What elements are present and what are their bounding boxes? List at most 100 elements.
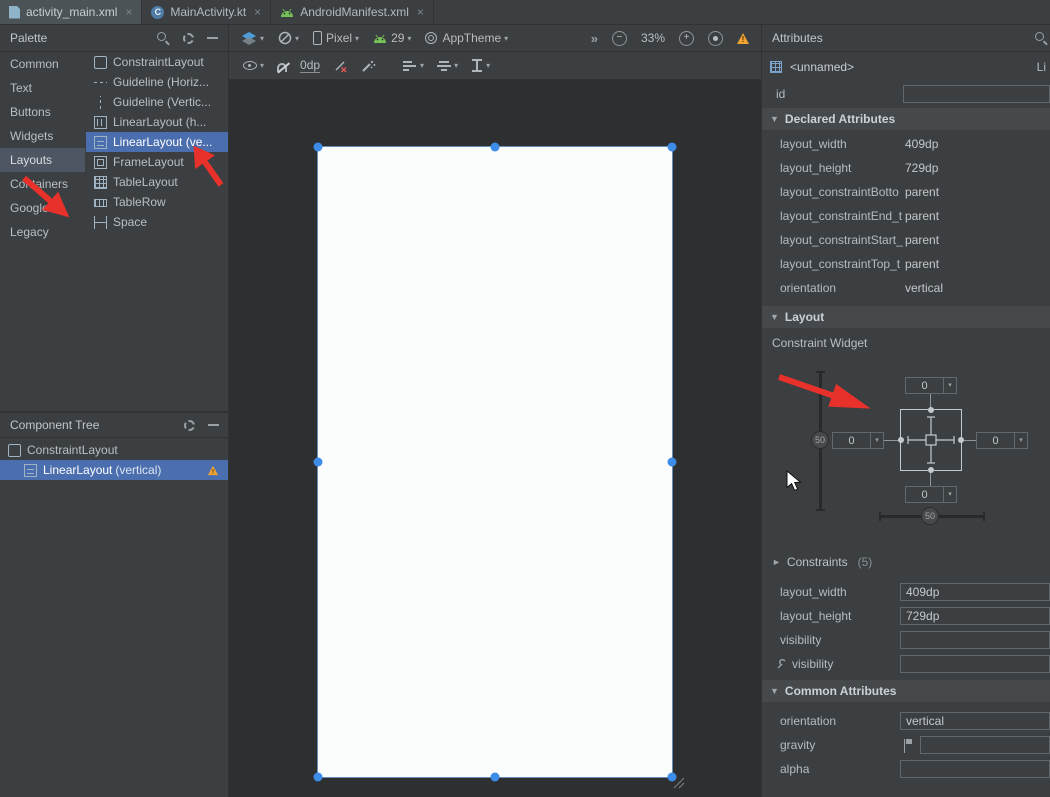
gear-icon[interactable] xyxy=(183,33,194,44)
attribute-row[interactable]: layout_height729dp xyxy=(762,156,1050,180)
palette-item-constraintlayout[interactable]: ConstraintLayout xyxy=(86,52,229,72)
constraint-anchor-bottom[interactable] xyxy=(928,467,934,473)
palette-category-common[interactable]: Common xyxy=(0,52,85,76)
id-input[interactable] xyxy=(903,85,1050,103)
constraint-anchor-left[interactable] xyxy=(898,437,904,443)
resize-handle-bottom[interactable] xyxy=(491,773,500,782)
attribute-row[interactable]: visibility xyxy=(762,628,1050,652)
attribute-input[interactable]: 409dp xyxy=(900,583,1050,601)
device-canvas[interactable] xyxy=(318,147,672,777)
canvas-resize-corner[interactable] xyxy=(671,775,685,789)
palette-item-framelayout[interactable]: FrameLayout xyxy=(86,152,229,172)
resize-handle-bottom-left[interactable] xyxy=(314,773,323,782)
section-common-attributes[interactable]: ▼ Common Attributes xyxy=(762,680,1050,702)
resize-handle-right[interactable] xyxy=(668,458,677,467)
attribute-input[interactable] xyxy=(900,631,1050,649)
search-icon[interactable] xyxy=(1034,31,1048,45)
resize-handle-top-left[interactable] xyxy=(314,143,323,152)
orientation-input[interactable]: vertical xyxy=(900,712,1050,730)
attribute-row[interactable]: layout_constraintStart_parent xyxy=(762,228,1050,252)
attribute-value[interactable]: parent xyxy=(905,209,939,223)
default-margin-button[interactable]: 0dp xyxy=(300,59,320,73)
theme-selector[interactable]: AppTheme ▾ xyxy=(425,31,508,45)
palette-category-text[interactable]: Text xyxy=(0,76,85,100)
palette-item-linearlayout-vertical[interactable]: LinearLayout (ve... xyxy=(86,132,229,152)
attribute-row[interactable]: alpha xyxy=(762,757,1050,781)
resize-handle-left[interactable] xyxy=(314,458,323,467)
attribute-row[interactable]: layout_width409dp xyxy=(762,132,1050,156)
vertical-bias-badge[interactable]: 50 xyxy=(811,431,829,449)
device-selector[interactable]: Pixel ▾ xyxy=(313,31,359,45)
attribute-row[interactable]: orientationvertical xyxy=(762,709,1050,733)
attribute-row[interactable]: layout_constraintTop_tparent xyxy=(762,252,1050,276)
close-icon[interactable]: × xyxy=(254,5,261,19)
palette-category-widgets[interactable]: Widgets xyxy=(0,124,85,148)
palette-item-tablelayout[interactable]: TableLayout xyxy=(86,172,229,192)
distribute-button[interactable]: ▾ xyxy=(471,59,490,72)
attribute-value[interactable]: parent xyxy=(905,185,939,199)
zoom-level[interactable]: 33% xyxy=(641,31,665,45)
attribute-value[interactable]: vertical xyxy=(905,281,943,295)
margin-bottom-dropdown[interactable]: 0▾ xyxy=(905,486,957,503)
resize-handle-top[interactable] xyxy=(491,143,500,152)
tree-item-linearlayout[interactable]: LinearLayout (vertical) ! xyxy=(0,460,229,480)
palette-category-buttons[interactable]: Buttons xyxy=(0,100,85,124)
close-icon[interactable]: × xyxy=(125,5,132,19)
palette-item-guideline-horizontal[interactable]: Guideline (Horiz... xyxy=(86,72,229,92)
palette-item-space[interactable]: Space xyxy=(86,212,229,232)
attribute-row[interactable]: layout_constraintEnd_tparent xyxy=(762,204,1050,228)
attribute-value[interactable]: 409dp xyxy=(905,137,938,151)
pack-button[interactable]: ▾ xyxy=(403,60,424,72)
gear-icon[interactable] xyxy=(184,420,195,431)
resize-handle-top-right[interactable] xyxy=(668,143,677,152)
flag-icon[interactable] xyxy=(904,739,905,753)
attribute-row[interactable]: layout_constraintBottoparent xyxy=(762,180,1050,204)
palette-item-guideline-vertical[interactable]: Guideline (Vertic... xyxy=(86,92,229,112)
align-button[interactable]: ▾ xyxy=(437,60,458,72)
tree-item-constraintlayout[interactable]: ConstraintLayout xyxy=(0,440,229,460)
constraint-anchor-right[interactable] xyxy=(958,437,964,443)
zoom-out-button[interactable]: − xyxy=(612,31,627,46)
attribute-input[interactable] xyxy=(900,655,1050,673)
view-options-button[interactable]: ▾ xyxy=(243,61,264,70)
palette-category-google[interactable]: Google xyxy=(0,196,85,220)
minimize-icon[interactable] xyxy=(208,424,219,426)
margin-left-dropdown[interactable]: 0▾ xyxy=(832,432,884,449)
palette-item-tablerow[interactable]: TableRow xyxy=(86,192,229,212)
zoom-in-button[interactable]: + xyxy=(679,31,694,46)
panel-divider[interactable] xyxy=(0,411,229,412)
attribute-row[interactable]: gravity xyxy=(762,733,1050,757)
palette-category-legacy[interactable]: Legacy xyxy=(0,220,85,244)
palette-category-layouts[interactable]: Layouts xyxy=(0,148,85,172)
attribute-row[interactable]: layout_height729dp xyxy=(762,604,1050,628)
toolbar-overflow-button[interactable]: » xyxy=(591,31,598,46)
constraint-anchor-top[interactable] xyxy=(928,407,934,413)
tab-activity-main-xml[interactable]: activity_main.xml × xyxy=(0,0,142,24)
palette-category-containers[interactable]: Containers xyxy=(0,172,85,196)
autoconnect-off-icon[interactable] xyxy=(277,63,287,72)
attribute-input[interactable]: 729dp xyxy=(900,607,1050,625)
minimize-icon[interactable] xyxy=(207,37,218,39)
margin-right-dropdown[interactable]: 0▾ xyxy=(976,432,1028,449)
constraint-square[interactable] xyxy=(900,409,962,471)
attribute-row[interactable]: layout_width409dp xyxy=(762,580,1050,604)
attribute-row[interactable]: orientationvertical xyxy=(762,276,1050,300)
margin-top-dropdown[interactable]: 0▾ xyxy=(905,377,957,394)
tab-mainactivity-kt[interactable]: C MainActivity.kt × xyxy=(142,0,271,24)
gravity-input[interactable] xyxy=(920,736,1050,754)
attribute-value[interactable]: 729dp xyxy=(905,161,938,175)
clear-constraints-icon[interactable] xyxy=(333,59,348,73)
warning-icon[interactable]: ! xyxy=(208,465,218,474)
api-level-selector[interactable]: 29 ▾ xyxy=(373,31,411,45)
constraints-group[interactable]: ► Constraints (5) xyxy=(762,552,1050,572)
warnings-button[interactable]: ! xyxy=(737,33,749,44)
attribute-row[interactable]: visibility xyxy=(762,652,1050,676)
zoom-to-fit-button[interactable] xyxy=(708,31,723,46)
attribute-value[interactable]: parent xyxy=(905,233,939,247)
search-icon[interactable] xyxy=(156,31,170,45)
attribute-value[interactable]: parent xyxy=(905,257,939,271)
section-layout[interactable]: ▼ Layout xyxy=(762,306,1050,328)
design-surface-mode-button[interactable]: ▾ xyxy=(241,31,264,45)
tab-androidmanifest-xml[interactable]: AndroidManifest.xml × xyxy=(271,0,434,24)
section-declared-attributes[interactable]: ▼ Declared Attributes xyxy=(762,108,1050,130)
